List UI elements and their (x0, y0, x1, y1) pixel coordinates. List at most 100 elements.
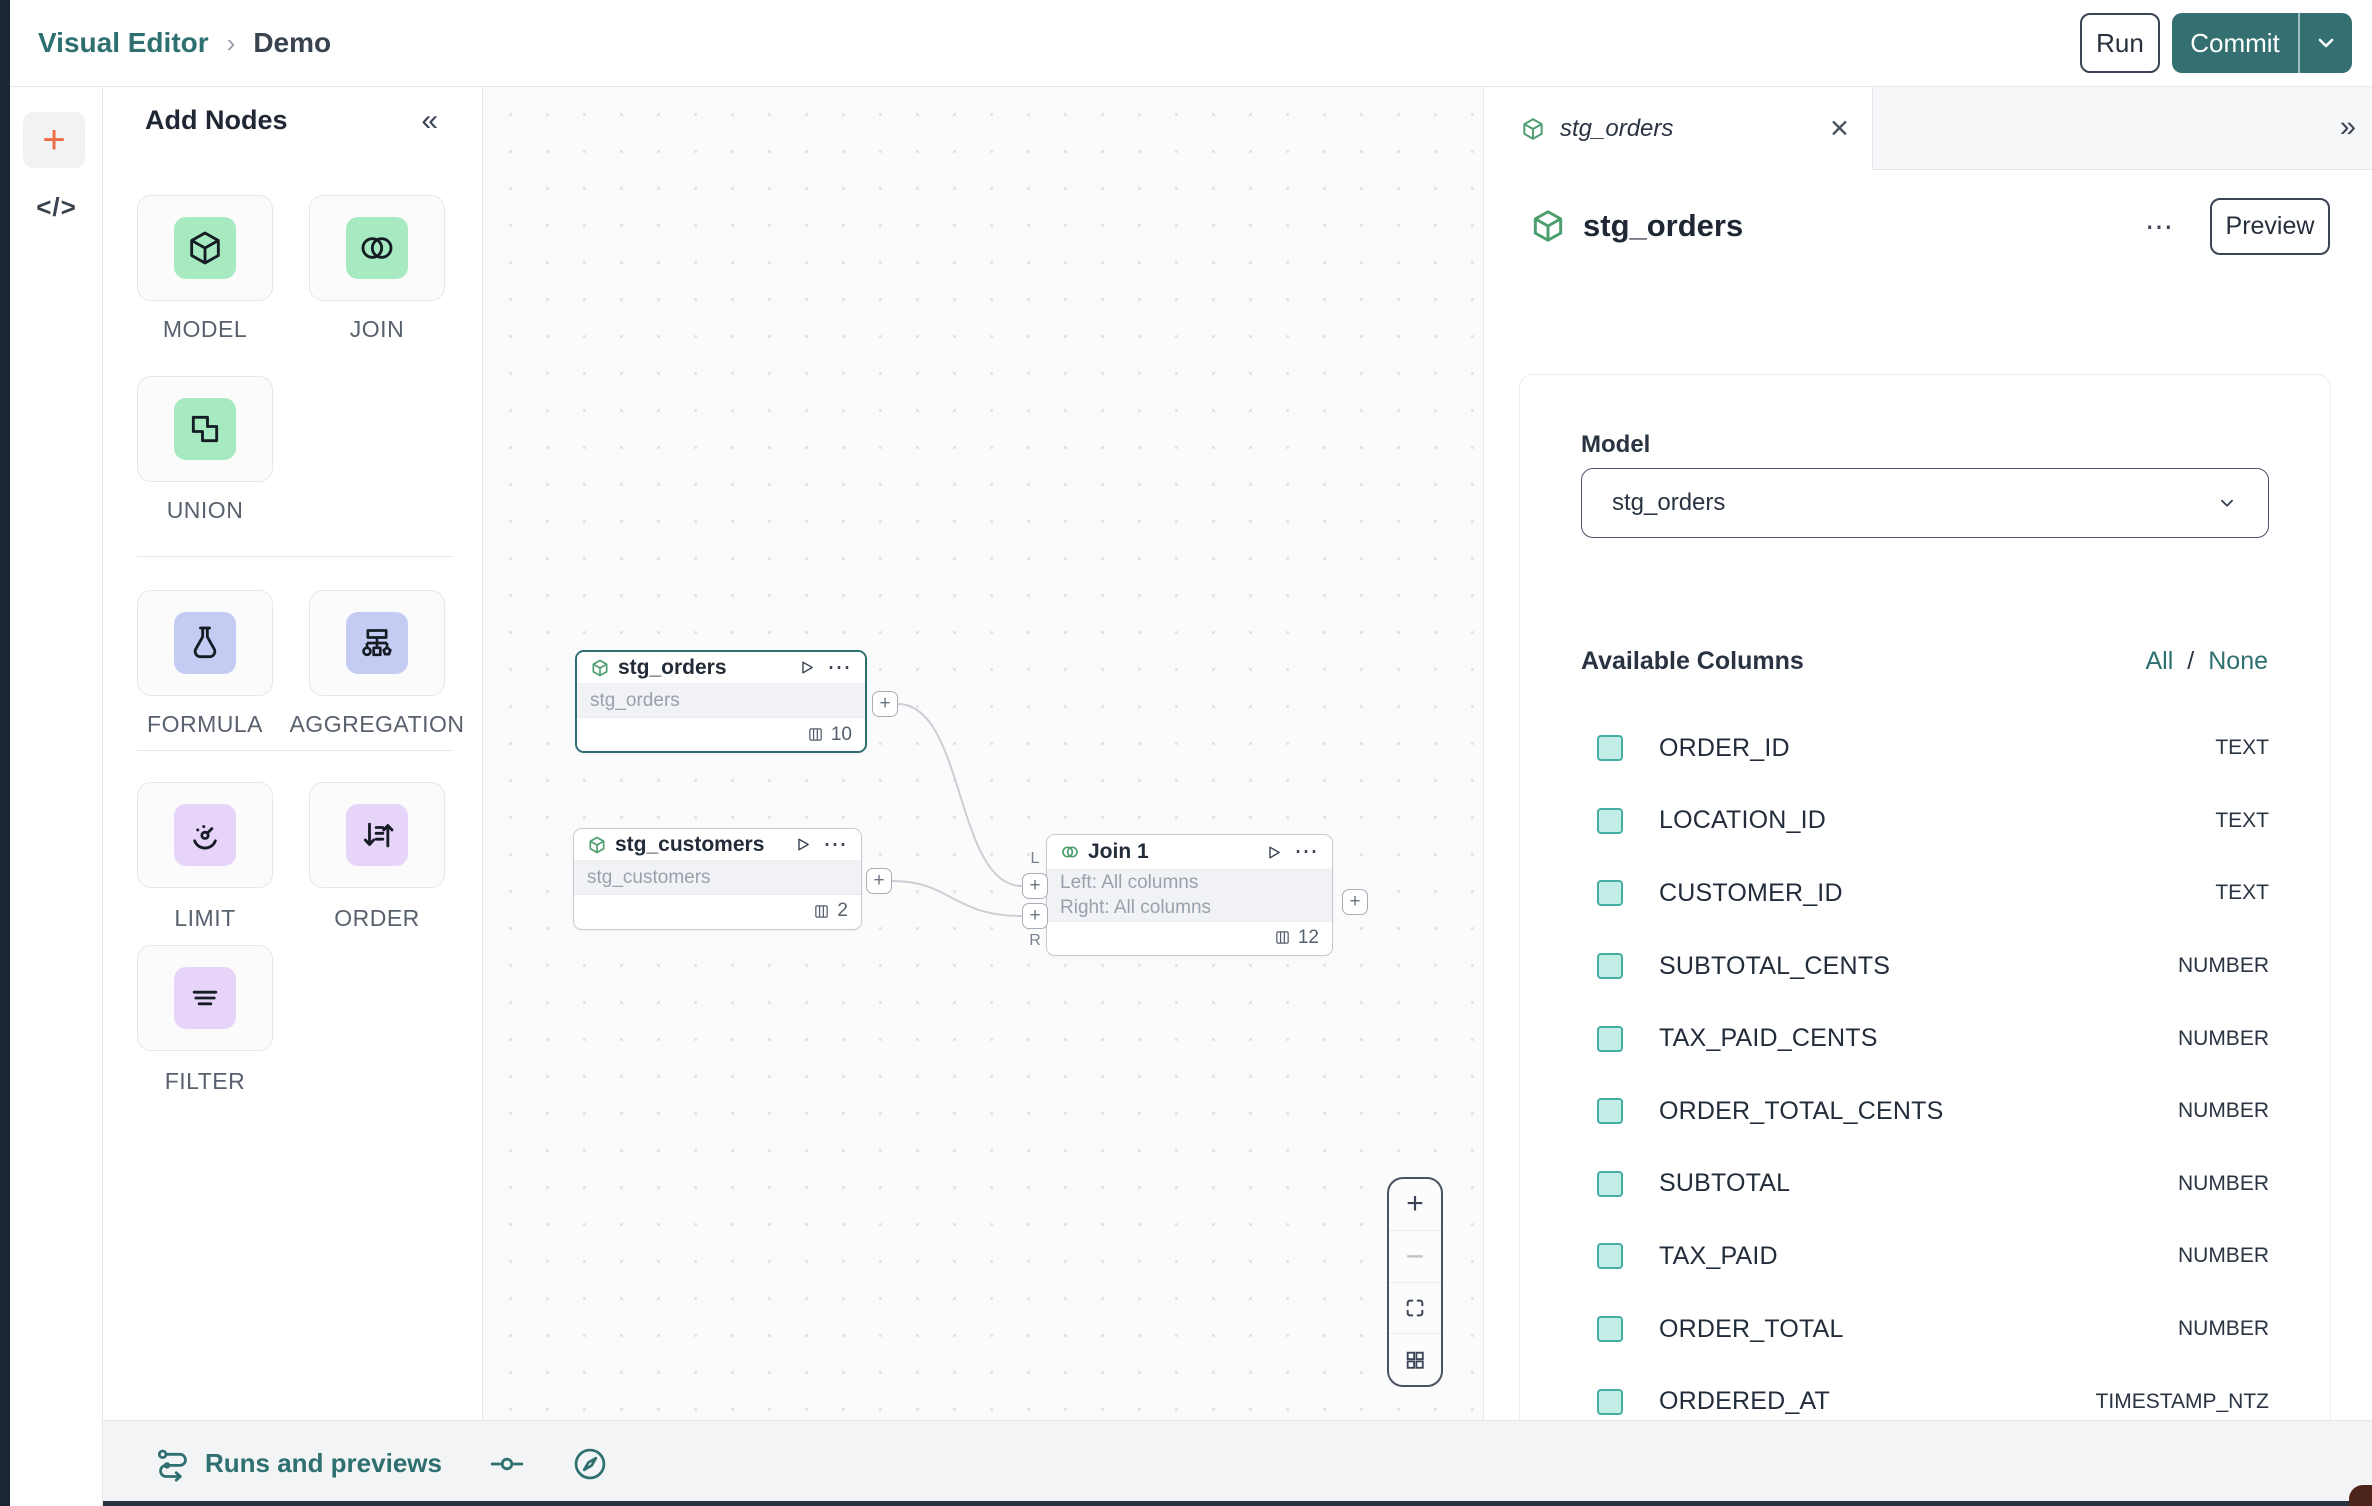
palette-divider (137, 750, 453, 751)
palette-tile-model[interactable] (137, 195, 273, 301)
commit-node-icon[interactable] (490, 1454, 524, 1474)
run-node-icon[interactable] (794, 836, 811, 853)
order-sort-icon (357, 815, 397, 855)
node-stg-customers[interactable]: stg_customers ⋯ stg_customers 2 (573, 828, 862, 930)
commit-split-button: Commit (2172, 13, 2352, 73)
column-row[interactable]: ORDER_ID TEXT (1581, 712, 2269, 785)
column-name: ORDERED_AT (1659, 1387, 1830, 1416)
column-row[interactable]: TAX_PAID NUMBER (1581, 1220, 2269, 1293)
column-checkbox[interactable] (1597, 735, 1623, 761)
node-join-1[interactable]: Join 1 ⋯ Left: All columns Right: All co… (1046, 834, 1333, 956)
model-cube-icon (590, 658, 610, 678)
model-field-label: Model (1581, 431, 1650, 459)
preview-button[interactable]: Preview (2210, 198, 2330, 255)
column-checkbox[interactable] (1597, 1243, 1623, 1269)
commit-button[interactable]: Commit (2172, 13, 2298, 73)
expand-panel-icon[interactable]: » (2340, 111, 2356, 144)
runs-route-icon[interactable] (155, 1446, 191, 1482)
select-none-link[interactable]: None (2208, 647, 2268, 676)
pipeline-canvas[interactable]: stg_orders ⋯ stg_orders 10 + stg_custome… (483, 87, 1483, 1420)
column-type: NUMBER (2178, 1244, 2269, 1268)
zoom-in-button[interactable]: + (1389, 1179, 1441, 1231)
output-port-stg-orders[interactable]: + (872, 691, 898, 717)
run-button[interactable]: Run (2080, 13, 2160, 73)
join-left-input-port[interactable]: + (1022, 873, 1048, 899)
palette-tile-label: AGGREGATION (287, 711, 467, 738)
output-port-join[interactable]: + (1342, 889, 1368, 915)
columns-count-icon (813, 903, 830, 920)
palette-tile-label: FILTER (115, 1068, 295, 1095)
node-stg-orders[interactable]: stg_orders ⋯ stg_orders 10 (575, 650, 867, 753)
tab-title: stg_orders (1560, 115, 1673, 143)
column-type: NUMBER (2178, 954, 2269, 978)
column-checkbox[interactable] (1597, 1026, 1623, 1052)
panel-menu-icon[interactable]: ⋯ (2145, 210, 2174, 243)
palette-tile-join[interactable] (309, 195, 445, 301)
column-row[interactable]: CUSTOMER_ID TEXT (1581, 857, 2269, 930)
column-checkbox[interactable] (1597, 1389, 1623, 1415)
column-type: TEXT (2215, 736, 2269, 760)
palette-tile-order[interactable] (309, 782, 445, 888)
select-divider: / (2187, 647, 2194, 676)
column-type: TIMESTAMP_NTZ (2096, 1390, 2269, 1414)
commit-dropdown-button[interactable] (2298, 13, 2352, 73)
column-type: NUMBER (2178, 1317, 2269, 1341)
join-circles-icon (357, 228, 397, 268)
column-type: TEXT (2215, 809, 2269, 833)
column-name: CUSTOMER_ID (1659, 879, 1843, 908)
palette-tile-aggregation[interactable] (309, 590, 445, 696)
add-nodes-panel: Add Nodes « MODEL JOIN UNION FORMULA AGG… (103, 87, 483, 1420)
select-all-link[interactable]: All (2145, 647, 2173, 676)
column-row[interactable]: SUBTOTAL_CENTS NUMBER (1581, 930, 2269, 1003)
column-row[interactable]: SUBTOTAL NUMBER (1581, 1148, 2269, 1221)
add-node-rail-button[interactable]: + (23, 112, 85, 168)
column-name: ORDER_TOTAL (1659, 1315, 1844, 1344)
palette-tile-limit[interactable] (137, 782, 273, 888)
palette-divider (137, 556, 453, 557)
join-right-input-port[interactable]: + (1022, 903, 1048, 929)
column-checkbox[interactable] (1597, 953, 1623, 979)
palette-tile-formula[interactable] (137, 590, 273, 696)
node-column-count: 10 (831, 724, 852, 746)
tab-stg-orders[interactable]: stg_orders ✕ (1484, 87, 1873, 170)
limit-gauge-icon (185, 815, 225, 855)
collapse-panel-icon[interactable]: « (421, 106, 438, 136)
breadcrumb-page: Demo (253, 27, 331, 59)
corner-widget (2349, 1485, 2372, 1506)
palette-tile-union[interactable] (137, 376, 273, 482)
column-row[interactable]: ORDER_TOTAL NUMBER (1581, 1293, 2269, 1366)
breadcrumb-visual-editor[interactable]: Visual Editor (38, 27, 209, 59)
layout-grid-button[interactable] (1389, 1334, 1441, 1385)
palette-tile-label: UNION (115, 497, 295, 524)
palette-tile-filter[interactable] (137, 945, 273, 1051)
runs-and-previews-label[interactable]: Runs and previews (205, 1448, 442, 1479)
palette-tile-label: MODEL (115, 316, 295, 343)
chevron-down-icon (2216, 492, 2238, 514)
run-node-icon[interactable] (798, 659, 815, 676)
column-checkbox[interactable] (1597, 1098, 1623, 1124)
code-view-button[interactable]: </> (10, 192, 103, 223)
close-tab-icon[interactable]: ✕ (1829, 114, 1850, 144)
run-node-icon[interactable] (1265, 844, 1282, 861)
column-name: ORDER_ID (1659, 734, 1790, 763)
zoom-out-button[interactable]: − (1389, 1231, 1441, 1283)
compass-icon[interactable] (572, 1446, 608, 1482)
edge-connectors (483, 87, 1483, 1420)
fit-view-button[interactable] (1389, 1283, 1441, 1335)
node-column-count: 12 (1298, 927, 1319, 949)
node-title: Join 1 (1088, 840, 1149, 864)
column-checkbox[interactable] (1597, 1171, 1623, 1197)
panel-title-row: stg_orders ⋯ Preview (1529, 195, 2330, 257)
node-title: stg_customers (615, 833, 764, 857)
column-type: NUMBER (2178, 1172, 2269, 1196)
output-port-stg-customers[interactable]: + (866, 868, 892, 894)
column-row[interactable]: TAX_PAID_CENTS NUMBER (1581, 1002, 2269, 1075)
fit-view-icon (1404, 1297, 1426, 1319)
column-checkbox[interactable] (1597, 808, 1623, 834)
model-select[interactable]: stg_orders (1581, 468, 2269, 538)
column-row[interactable]: LOCATION_ID TEXT (1581, 785, 2269, 858)
column-checkbox[interactable] (1597, 880, 1623, 906)
column-checkbox[interactable] (1597, 1316, 1623, 1342)
column-row[interactable]: ORDER_TOTAL_CENTS NUMBER (1581, 1075, 2269, 1148)
join-left-port-label: L (1022, 850, 1048, 868)
